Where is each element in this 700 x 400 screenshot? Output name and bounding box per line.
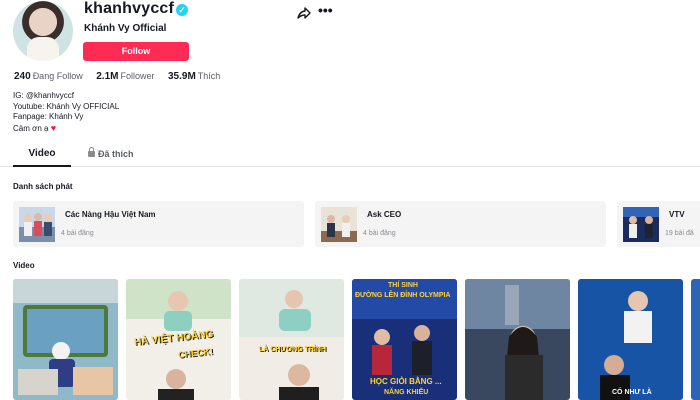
likes-count: 35.9M: [168, 71, 196, 82]
profile-tabs: Video Đã thích: [0, 144, 700, 167]
share-icon[interactable]: [297, 6, 311, 20]
playlist-card[interactable]: VTV 19 bài đă: [617, 201, 700, 247]
playlist-name: VTV: [669, 210, 685, 219]
video-caption: LÀ CHƯƠNG TRÌNH: [259, 346, 326, 353]
bio: IG: @khanhvyccf Youtube: Khánh Vy OFFICI…: [13, 91, 119, 134]
following-count[interactable]: 240: [14, 71, 31, 82]
video-caption: NĂNG KHIẾU: [384, 389, 429, 396]
video-caption: ĐƯỜNG LÊN ĐỈNH OLYMPIA: [355, 292, 451, 299]
video-caption: HỌC GIỎI BẰNG ...: [370, 377, 442, 386]
more-icon[interactable]: •••: [318, 3, 333, 17]
playlist-name: Ask CEO: [367, 210, 402, 219]
bio-line-thanks: Cảm ơn ạ ♥: [13, 123, 119, 135]
bio-line: Youtube: Khánh Vy OFFICIAL: [13, 101, 120, 111]
nickname: Khánh Vy Official: [84, 23, 167, 34]
playlist-count: 4 bài đăng: [363, 230, 396, 237]
playlist-card[interactable]: Các Nàng Hậu Việt Nam 4 bài đăng: [13, 201, 304, 247]
verified-icon: ✓: [176, 4, 188, 16]
heart-icon: ♥: [50, 122, 57, 133]
username: khanhvyccf: [84, 0, 175, 17]
tab-liked[interactable]: Đã thích: [88, 144, 134, 165]
playlist-thumbnail: [19, 207, 55, 242]
video-image: [239, 279, 344, 400]
video-thumbnail[interactable]: [691, 279, 700, 400]
tab-liked-label: Đã thích: [98, 149, 134, 159]
bio-line: Fanpage: Khánh Vy: [13, 112, 84, 121]
playlist-count: 19 bài đă: [665, 230, 694, 237]
video-thumbnail[interactable]: CÓ NHƯ LÀ: [578, 279, 683, 400]
playlists-title: Danh sách phát: [13, 182, 73, 191]
video-caption: THÍ SINH: [388, 282, 418, 289]
profile-stats: 240 Đang Follow 2.1M Follower 35.9M Thích: [14, 71, 231, 82]
follower-count[interactable]: 2.1M: [96, 71, 118, 82]
playlist-count: 4 bài đăng: [61, 230, 94, 237]
following-label[interactable]: Đang Follow: [33, 71, 83, 81]
video-thumbnail[interactable]: [13, 279, 118, 400]
playlist-thumbnail: [321, 207, 357, 242]
avatar[interactable]: [13, 1, 73, 61]
video-image: [465, 279, 570, 400]
likes-label: Thích: [197, 71, 221, 81]
follower-label[interactable]: Follower: [120, 71, 154, 81]
video-thumbnail[interactable]: THÍ SINH ĐƯỜNG LÊN ĐỈNH OLYMPIA HỌC GIỎI…: [352, 279, 457, 400]
playlist-card[interactable]: Ask CEO 4 bài đăng: [315, 201, 606, 247]
video-image: [578, 279, 683, 400]
video-thumbnail[interactable]: LÀ CHƯƠNG TRÌNH: [239, 279, 344, 400]
follow-button[interactable]: Follow: [83, 42, 189, 61]
tab-video[interactable]: Video: [13, 144, 71, 167]
playlist-name: Các Nàng Hậu Việt Nam: [65, 210, 156, 219]
playlist-thumbnail: [623, 207, 659, 242]
video-image: [13, 279, 118, 400]
videos-title: Video: [13, 261, 35, 270]
lock-icon: [88, 147, 95, 157]
video-caption: CÓ NHƯ LÀ: [612, 389, 652, 396]
video-thumbnail[interactable]: HÀ VIỆT HOÀNG CHECK!: [126, 279, 231, 400]
bio-line: Cảm ơn ạ: [13, 123, 49, 133]
bio-line: IG: @khanhvyccf: [13, 91, 75, 100]
video-thumbnail[interactable]: [465, 279, 570, 400]
